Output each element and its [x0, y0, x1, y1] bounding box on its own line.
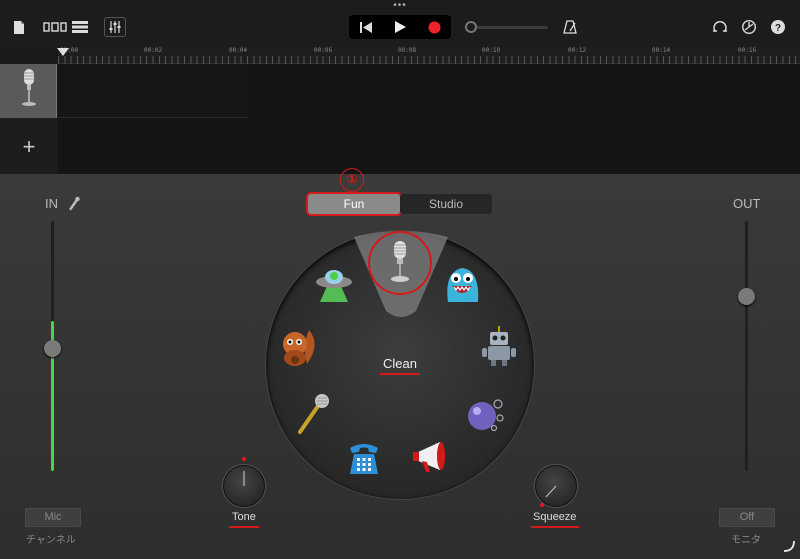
record-icon [428, 21, 440, 33]
input-settings-icon[interactable] [66, 196, 80, 212]
rewind-icon [360, 21, 372, 33]
bubbles-icon [468, 399, 504, 432]
ruler-ticks [58, 56, 800, 64]
add-track-button[interactable]: + [14, 132, 44, 162]
ruler-label: 00:02 [144, 47, 163, 54]
play-button[interactable] [385, 15, 415, 39]
loop-icon[interactable] [712, 17, 728, 37]
microphone-icon [391, 241, 409, 282]
rewind-button[interactable] [351, 15, 381, 39]
annotation-underline [380, 373, 420, 375]
input-level-slider[interactable] [44, 340, 61, 357]
megaphone-icon [413, 442, 445, 472]
voice-robot[interactable] [477, 324, 521, 368]
input-mic-button[interactable]: Mic [25, 508, 81, 527]
ufo-icon [316, 270, 352, 302]
record-button[interactable] [419, 15, 449, 39]
annotation-dot [242, 457, 246, 461]
chipmunk-icon [283, 330, 315, 366]
more-dots[interactable]: ••• [388, 1, 412, 11]
svg-text:?: ? [775, 23, 781, 34]
input-label: IN [45, 196, 58, 211]
annotation-dot [540, 503, 544, 507]
settings-icon[interactable] [741, 17, 757, 37]
robot-icon [482, 326, 516, 366]
tracks-list-icon[interactable] [71, 17, 89, 37]
mixer-icon[interactable] [104, 17, 126, 37]
squeeze-label: Squeeze [533, 511, 577, 523]
input-caption: チャンネル [26, 535, 76, 546]
tab-fun[interactable]: Fun [308, 194, 400, 214]
microphone-icon [22, 69, 36, 106]
top-toolbar: ••• ? [0, 0, 800, 48]
track-view-icon[interactable] [43, 17, 67, 37]
ruler-label: 00:16 [738, 47, 757, 54]
ruler-label: 00:04 [229, 47, 248, 54]
tone-label: Tone [232, 511, 256, 523]
play-icon [394, 21, 406, 33]
resize-corner-icon[interactable] [782, 539, 796, 553]
ruler-label: 00:08 [398, 47, 417, 54]
output-level-track [745, 221, 748, 471]
track-header-audio-recorder[interactable] [0, 64, 57, 118]
output-caption: モニタ [731, 535, 761, 546]
ruler-label: 00:14 [652, 47, 671, 54]
metronome-icon[interactable] [562, 17, 578, 37]
ruler-label: 00:10 [482, 47, 501, 54]
output-label: OUT [733, 196, 761, 211]
track-lane[interactable] [58, 64, 248, 118]
volume-slider-knob[interactable] [465, 21, 477, 33]
tone-knob[interactable] [223, 465, 265, 507]
monitor-off-button[interactable]: Off [719, 508, 775, 527]
document-icon[interactable] [12, 17, 26, 37]
output-level-slider[interactable] [738, 288, 755, 305]
annotation-underline [229, 526, 259, 528]
telephone-icon [350, 444, 378, 474]
transport-controls [349, 15, 451, 39]
monster-icon [447, 268, 479, 302]
voice-megaphone[interactable] [410, 436, 454, 480]
playhead-marker[interactable] [57, 48, 69, 56]
ruler-label: 00:12 [568, 47, 587, 54]
annotation-underline [531, 526, 579, 528]
karaoke-mic-icon [298, 394, 329, 434]
voice-alien-ufo[interactable] [312, 262, 356, 306]
tab-studio[interactable]: Studio [400, 194, 492, 214]
volume-slider-track[interactable] [466, 26, 548, 29]
voice-telephone[interactable] [342, 436, 386, 480]
timeline-ruler[interactable]: 00:00 00:02 00:04 00:06 00:08 00:10 00:1… [58, 46, 800, 64]
ruler-label: 00:06 [314, 47, 333, 54]
selected-voice-name: Clean [383, 356, 417, 371]
voice-karaoke-mic[interactable] [292, 392, 336, 436]
voice-monster[interactable] [440, 262, 484, 306]
voice-clean-microphone[interactable] [378, 240, 422, 284]
squeeze-knob[interactable] [535, 465, 577, 507]
annotation-callout: ① [340, 168, 364, 192]
help-icon[interactable]: ? [770, 17, 786, 37]
voice-chipmunk[interactable] [277, 324, 321, 368]
voice-bubbles[interactable] [462, 392, 506, 436]
